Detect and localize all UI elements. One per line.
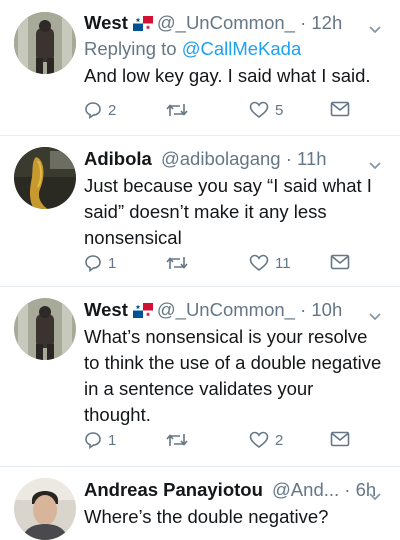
tweet-text: Where’s the double negative? xyxy=(84,504,390,530)
separator-dot: · xyxy=(285,148,292,169)
like-button[interactable]: 11 xyxy=(249,254,291,272)
tweet-header: West @_UnCommon_ · 10h xyxy=(84,297,390,323)
handle[interactable]: @And... xyxy=(272,479,339,500)
reply-button[interactable]: 2 xyxy=(84,101,116,119)
retweet-icon xyxy=(166,257,188,269)
avatar[interactable] xyxy=(14,147,76,209)
separator-dot: · xyxy=(300,299,307,320)
replying-to: Replying to @CallMeKada xyxy=(84,36,390,62)
tweet-text-line: said” doesn’t make it any less xyxy=(84,201,327,222)
reply-count: 1 xyxy=(108,254,117,272)
handle[interactable]: @_UnCommon_ xyxy=(157,12,295,33)
retweet-button[interactable] xyxy=(166,254,188,272)
tweet-header: West @_UnCommon_ · 12h xyxy=(84,10,390,36)
display-name[interactable]: Andreas Panayiotou xyxy=(84,479,263,500)
tweet-text-line: thought. xyxy=(84,404,151,425)
avatar[interactable] xyxy=(14,12,76,74)
heart-icon xyxy=(249,101,269,119)
avatar[interactable] xyxy=(14,478,76,540)
tweet-text: What’s nonsensical is your resolve to th… xyxy=(84,324,390,428)
like-count: 5 xyxy=(275,101,284,119)
tweet-text-line: What’s nonsensical is your resolve xyxy=(84,326,368,347)
message-button[interactable] xyxy=(330,431,350,447)
tweet[interactable]: Adibola @adibolagang · 11h Just because … xyxy=(0,136,400,287)
tweet-text: Just because you say “I said what I said… xyxy=(84,173,390,251)
tweet-text-line: to think the use of a double negative xyxy=(84,352,382,373)
separator-dot: · xyxy=(344,479,351,500)
handle[interactable]: @_UnCommon_ xyxy=(157,299,295,320)
retweet-icon xyxy=(166,434,188,446)
timestamp[interactable]: 11h xyxy=(297,148,327,169)
display-name[interactable]: Adibola xyxy=(84,148,152,169)
display-name[interactable]: West xyxy=(84,299,128,320)
envelope-icon xyxy=(330,101,350,117)
reply-icon xyxy=(85,432,101,449)
retweet-button[interactable] xyxy=(166,101,188,119)
retweet-icon xyxy=(166,104,188,116)
envelope-icon xyxy=(330,431,350,447)
reply-icon xyxy=(85,102,101,119)
chevron-down-icon[interactable] xyxy=(368,483,382,509)
chevron-down-icon[interactable] xyxy=(368,303,382,329)
chevron-down-icon[interactable] xyxy=(368,152,382,178)
like-button[interactable]: 5 xyxy=(249,101,283,119)
reply-count: 1 xyxy=(108,431,117,449)
reply-count: 2 xyxy=(108,101,117,119)
chevron-down-icon[interactable] xyxy=(368,16,382,42)
envelope-icon xyxy=(330,254,350,270)
panama-flag-icon xyxy=(132,12,153,38)
tweet-header: Adibola @adibolagang · 11h xyxy=(84,146,390,172)
handle[interactable]: @adibolagang xyxy=(161,148,281,169)
tweet-text-line: Where’s the double negative? xyxy=(84,506,329,527)
message-button[interactable] xyxy=(330,101,350,117)
like-count: 11 xyxy=(275,254,291,272)
heart-icon xyxy=(249,431,269,449)
display-name[interactable]: West xyxy=(84,12,128,33)
tweet-text-line: And low key gay. I said what I said. xyxy=(84,65,371,86)
retweet-button[interactable] xyxy=(166,431,188,449)
avatar[interactable] xyxy=(14,298,76,360)
tweet-text: And low key gay. I said what I said. xyxy=(84,63,390,89)
mention-link[interactable]: @CallMeKada xyxy=(182,38,302,59)
message-button[interactable] xyxy=(330,254,350,270)
timestamp[interactable]: 10h xyxy=(311,299,342,320)
timestamp[interactable]: 12h xyxy=(311,12,342,33)
tweet-text-line: nonsensical xyxy=(84,227,182,248)
like-count: 2 xyxy=(275,431,284,449)
replying-to-label: Replying to xyxy=(84,38,182,59)
tweet-text-line: Just because you say “I said what I xyxy=(84,175,372,196)
tweet-text-line: in a sentence validates your xyxy=(84,378,314,399)
like-button[interactable]: 2 xyxy=(249,431,283,449)
tweet[interactable]: West @_UnCommon_ · 10h What’s nonsensical… xyxy=(0,287,400,467)
separator-dot: · xyxy=(300,12,307,33)
panama-flag-icon xyxy=(132,299,153,325)
heart-icon xyxy=(249,254,269,272)
tweet[interactable]: Andreas Panayiotou @And... · 6h Where’s … xyxy=(0,467,400,540)
reply-button[interactable]: 1 xyxy=(84,431,116,449)
reply-icon xyxy=(85,255,101,272)
tweet[interactable]: West @_UnCommon_ · 12h Replying to @CallM… xyxy=(0,0,400,136)
reply-button[interactable]: 1 xyxy=(84,254,116,272)
tweet-header: Andreas Panayiotou @And... · 6h xyxy=(84,477,390,503)
